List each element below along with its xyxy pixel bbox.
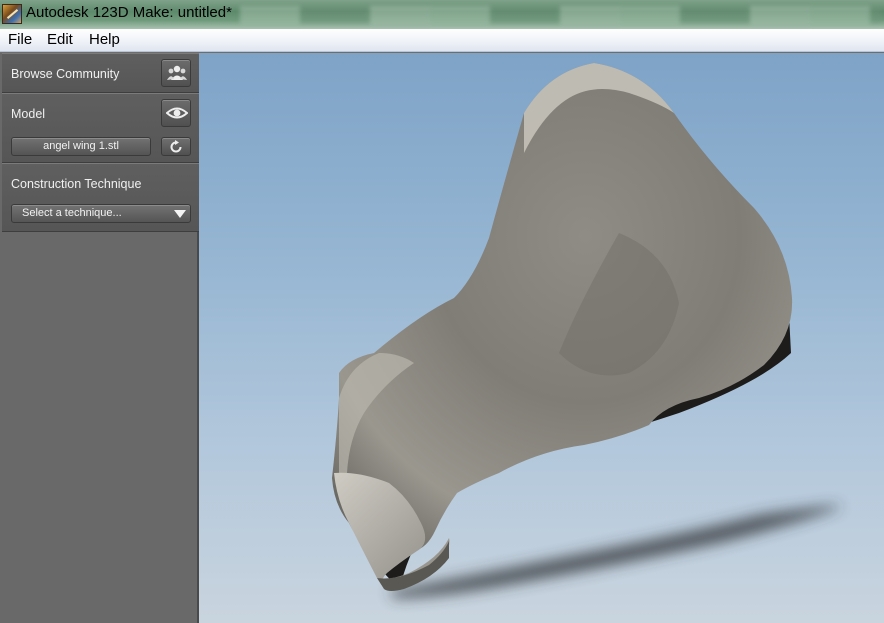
eye-icon [166, 107, 188, 119]
3d-viewport[interactable] [199, 53, 884, 623]
construction-technique-label: Construction Technique [11, 177, 142, 191]
title-bar-background [240, 6, 880, 24]
title-bar: Autodesk 123D Make: untitled* [0, 0, 884, 29]
window-title: Autodesk 123D Make: untitled* [26, 4, 232, 21]
menu-help[interactable]: Help [88, 31, 121, 48]
browse-community-label: Browse Community [11, 67, 120, 81]
model-label: Model [11, 107, 46, 121]
sidebar: Browse Community Model angel wing 1.stl [0, 53, 199, 623]
model-visibility-button[interactable] [161, 99, 191, 127]
technique-select[interactable]: Select a technique... [11, 204, 191, 223]
browse-community-panel: Browse Community [2, 53, 199, 93]
menu-file[interactable]: File [7, 31, 33, 48]
model-shadow [389, 505, 842, 598]
model-body [332, 63, 793, 558]
model-panel: Model angel wing 1.stl [2, 93, 199, 163]
construction-technique-panel: Construction Technique Select a techniqu… [2, 163, 199, 232]
chevron-down-icon [174, 210, 186, 218]
technique-select-value: Select a technique... [22, 207, 122, 219]
app-icon[interactable] [2, 4, 22, 24]
menu-bar: File Edit Help [0, 29, 884, 52]
browse-community-button[interactable] [161, 59, 191, 87]
model-render [332, 63, 842, 598]
reload-model-button[interactable] [161, 137, 191, 156]
refresh-icon [170, 140, 182, 153]
menu-edit[interactable]: Edit [46, 31, 74, 48]
model-file-button[interactable]: angel wing 1.stl [11, 137, 151, 156]
community-people-icon [167, 65, 187, 80]
